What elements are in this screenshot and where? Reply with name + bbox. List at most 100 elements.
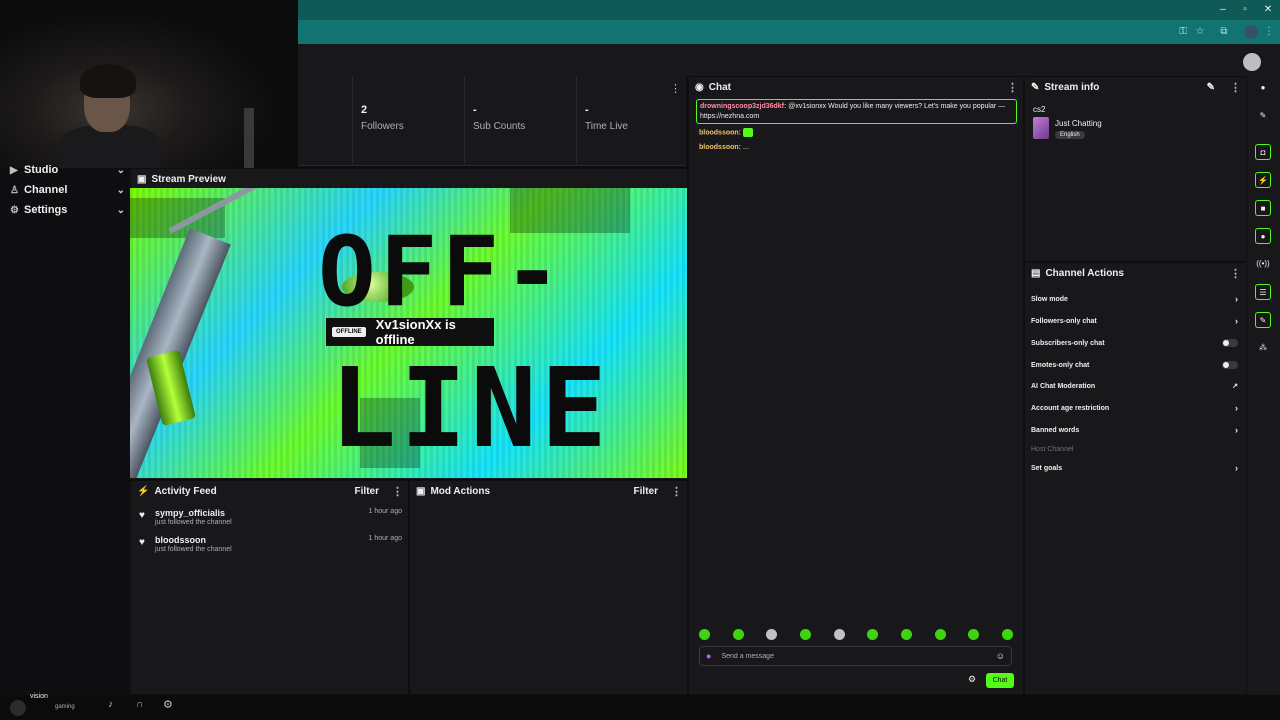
camera-icon[interactable]: ◘ — [1255, 144, 1271, 160]
panel-title: Stream Preview — [151, 173, 226, 185]
bottom-bar: vision gaming ♪ ∩ ⚙ — [0, 693, 1280, 720]
browser-menu-icon[interactable]: ⋮ — [1262, 25, 1276, 39]
password-key-icon[interactable]: ⚿ — [1176, 25, 1190, 39]
chevron-right-icon: › — [1235, 463, 1238, 473]
sidebar-item-settings[interactable]: ⚙ Settings ⌄ — [10, 201, 125, 219]
minimize-icon[interactable]: – — [1213, 3, 1233, 17]
follower-name[interactable]: sympy_officialis — [155, 508, 225, 518]
subs-stat: - Sub Counts — [464, 76, 576, 166]
emote-icon[interactable] — [900, 629, 912, 640]
emote-icon[interactable] — [766, 629, 778, 640]
emote-icon[interactable] — [833, 629, 845, 640]
emote-icon[interactable] — [934, 629, 946, 640]
shield-icon[interactable]: ■ — [1255, 200, 1271, 216]
close-window-icon[interactable]: ✕ — [1258, 3, 1278, 17]
list-icon[interactable]: ☰ — [1255, 284, 1271, 300]
chat-message: drowningscoop3zjd36dkf: @xv1sionxx Would… — [700, 102, 1015, 122]
sidebar: ▶ Studio ⌄ ♙ Channel ⌄ ⚙ Settings ⌄ — [0, 164, 130, 695]
ai-moderation-action[interactable]: AI Chat Moderation ↗ — [1031, 379, 1238, 393]
studio-icon: ▶ — [10, 164, 18, 176]
wrench-icon[interactable]: ✎ — [1255, 312, 1271, 328]
follower-name[interactable]: bloodssoon — [155, 535, 206, 545]
followers-only-action[interactable]: Followers-only chat › — [1031, 314, 1238, 328]
time-live-label: Time Live — [585, 121, 628, 132]
offline-badge: OFFLINE — [332, 327, 366, 337]
panel-menu-icon[interactable]: ⋮ — [1230, 81, 1241, 94]
info-icon[interactable]: ● — [1255, 80, 1271, 96]
chevron-down-icon: ⌄ — [116, 164, 125, 176]
pencil-icon[interactable]: ✎ — [1255, 108, 1271, 124]
bolt-icon: ⚡ — [137, 485, 150, 497]
subscribers-only-toggle[interactable] — [1222, 339, 1238, 347]
panel-menu-icon[interactable]: ⋮ — [1230, 267, 1241, 280]
slow-mode-action[interactable]: Slow mode › — [1031, 292, 1238, 306]
chat-username[interactable]: bloodssoon: — [699, 129, 741, 136]
extensions-icon[interactable]: ⧉ — [1217, 25, 1231, 39]
offline-art-text: LINE — [330, 344, 611, 472]
emote-icon[interactable] — [968, 629, 980, 640]
apps-icon[interactable]: ⁂ — [1255, 340, 1271, 356]
subs-label: Sub Counts — [473, 121, 526, 132]
chat-username[interactable]: drowningscoop3zjd36dkf: — [700, 103, 786, 110]
emotes-only-toggle[interactable] — [1222, 361, 1238, 369]
username: vision — [30, 693, 48, 700]
time-live-value: - — [585, 104, 589, 116]
chat-bubble-icon[interactable]: ● — [1255, 228, 1271, 244]
bookmark-star-icon[interactable]: ☆ — [1193, 25, 1207, 39]
offline-status-text: Xv1sionXx is offline — [375, 317, 456, 347]
emote-icon[interactable] — [699, 629, 710, 640]
followers-stat: 2 Followers — [352, 76, 464, 166]
emote-icon[interactable] — [867, 629, 879, 640]
chat-input[interactable] — [719, 651, 988, 661]
sidebar-item-label: Settings — [24, 204, 68, 216]
maximize-icon[interactable]: ▫ — [1235, 3, 1255, 17]
activity-time: 1 hour ago — [368, 508, 402, 515]
emote-icon[interactable] — [732, 629, 744, 640]
stream-info-panel: ✎ Stream info ✎ ⋮ cs2 Just Chatting Engl… — [1024, 76, 1247, 262]
panel-menu-icon[interactable]: ⋮ — [1007, 81, 1018, 94]
chat-username[interactable]: bloodssoon: — [699, 144, 741, 151]
profile-avatar-icon[interactable] — [1244, 25, 1258, 39]
emoji-icon[interactable]: ☺ — [996, 651, 1005, 661]
microphone-icon[interactable]: ♪ — [108, 699, 113, 710]
chevron-right-icon: › — [1235, 425, 1238, 435]
heart-icon: ♥ — [139, 537, 145, 548]
microphone-icon[interactable]: ● — [706, 651, 711, 661]
panel-menu-icon[interactable]: ⋮ — [671, 485, 682, 498]
emote-icon[interactable] — [799, 629, 811, 640]
gear-icon[interactable]: ⚙ — [968, 674, 976, 685]
chevron-down-icon: ⌄ — [116, 184, 125, 196]
chat-link[interactable]: https://nezhna.com — [700, 113, 759, 120]
headphones-icon[interactable]: ∩ — [136, 699, 143, 710]
chevron-right-icon: › — [1235, 316, 1238, 326]
bolt-icon[interactable]: ⚡ — [1255, 172, 1271, 188]
filter-button[interactable]: Filter — [634, 486, 658, 497]
panel-title: Channel Actions — [1045, 267, 1124, 279]
sidebar-item-channel[interactable]: ♙ Channel ⌄ — [10, 181, 125, 199]
action-label: Banned words — [1031, 426, 1080, 434]
address-bar[interactable] — [298, 20, 1280, 44]
heart-icon: ♥ — [139, 510, 145, 521]
list-item: ♥ sympy_officialis just followed the cha… — [137, 508, 402, 532]
send-chat-button[interactable]: Chat — [986, 673, 1014, 688]
chat-input-box[interactable]: ● ☺ — [699, 646, 1012, 666]
action-label: Subscribers-only chat — [1031, 339, 1105, 347]
gear-icon[interactable]: ⚙ — [163, 698, 173, 711]
panel-title: Stream info — [1044, 81, 1100, 93]
user-status: gaming — [55, 704, 75, 710]
emote-icon[interactable] — [1001, 629, 1013, 640]
shield-icon: ▣ — [416, 485, 426, 497]
edit-icon[interactable]: ✎ — [1207, 82, 1215, 93]
account-age-action[interactable]: Account age restriction › — [1031, 401, 1238, 415]
panel-menu-icon[interactable]: ⋮ — [392, 485, 403, 498]
actions-icon: ▤ — [1031, 267, 1041, 279]
user-avatar[interactable] — [1243, 53, 1261, 71]
filter-button[interactable]: Filter — [355, 486, 379, 497]
set-goals-action[interactable]: Set goals › — [1031, 461, 1238, 475]
broadcast-icon[interactable]: ((•)) — [1255, 256, 1271, 272]
chat-message: bloodssoon: ... — [699, 143, 1015, 153]
user-avatar[interactable] — [10, 700, 26, 716]
banned-words-action[interactable]: Banned words › — [1031, 423, 1238, 437]
sidebar-item-studio[interactable]: ▶ Studio ⌄ — [10, 161, 125, 179]
chevron-down-icon: ⌄ — [116, 204, 125, 216]
